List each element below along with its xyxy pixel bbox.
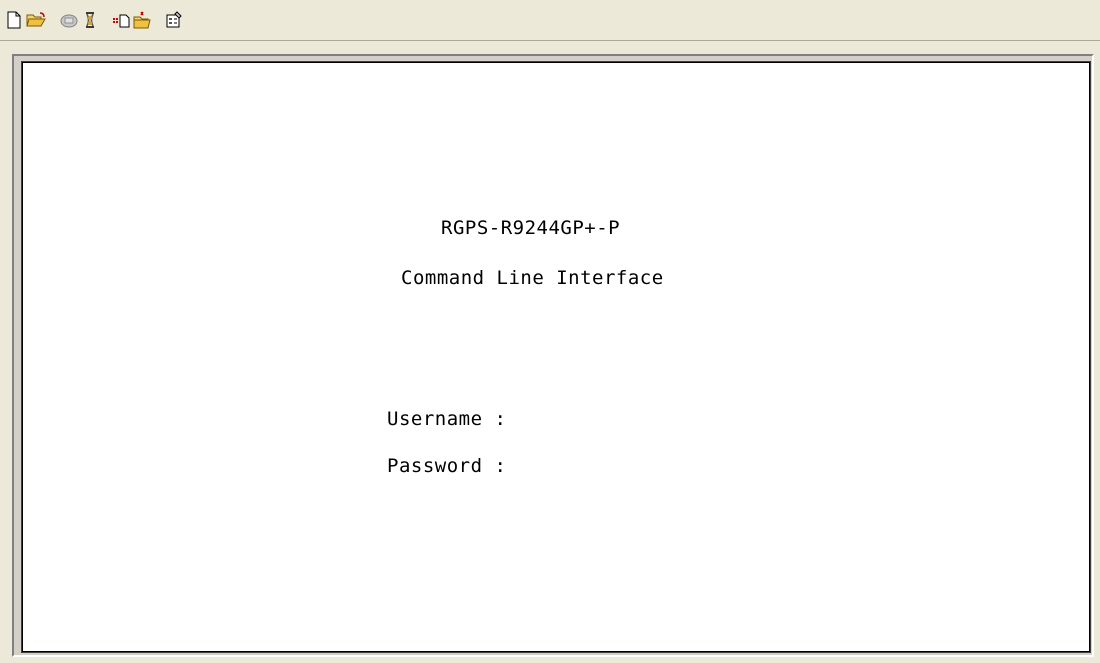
connect-icon[interactable] [59, 10, 79, 30]
send-icon[interactable] [111, 10, 131, 30]
username-label: Username : [387, 408, 507, 430]
cli-subtitle: Command Line Interface [401, 267, 664, 289]
properties-icon[interactable] [164, 10, 184, 30]
device-name: RGPS-R9244GP+-P [441, 217, 621, 239]
receive-icon[interactable] [132, 10, 152, 30]
disconnect-icon[interactable] [80, 10, 100, 30]
toolbar [0, 0, 1100, 41]
terminal-screen[interactable]: RGPS-R9244GP+-P Command Line Interface U… [21, 61, 1091, 653]
open-icon[interactable] [26, 10, 46, 30]
password-label: Password : [387, 455, 507, 477]
new-icon[interactable] [4, 10, 24, 30]
